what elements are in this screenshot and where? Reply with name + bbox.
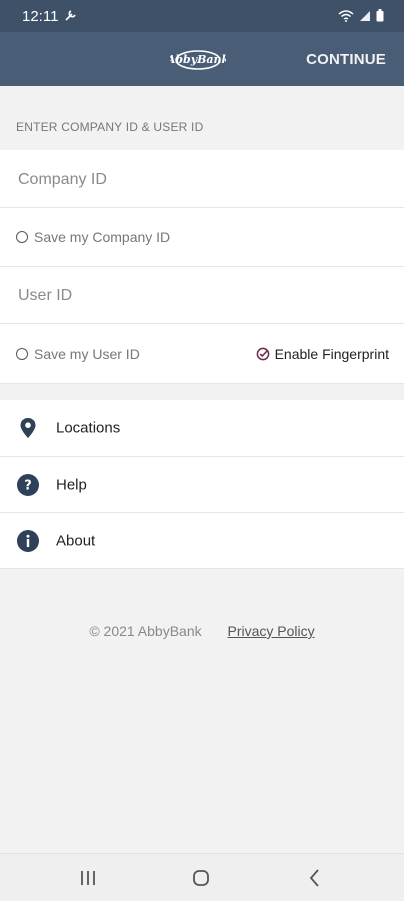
menu-item-help[interactable]: ? Help <box>0 457 404 513</box>
continue-button[interactable]: CONTINUE <box>306 51 386 68</box>
login-section-header: ENTER COMPANY ID & USER ID <box>16 120 204 134</box>
back-icon[interactable] <box>303 866 327 890</box>
menu-item-label: Help <box>56 476 87 493</box>
company-id-input[interactable] <box>16 150 390 209</box>
battery-icon <box>376 9 384 22</box>
location-pin-icon <box>20 418 36 438</box>
home-icon[interactable] <box>189 866 213 890</box>
radio-icon[interactable] <box>16 231 28 243</box>
menu-item-label: About <box>56 532 96 549</box>
company-id-row <box>0 150 404 209</box>
footer: © 2021 AbbyBank Privacy Policy <box>0 623 404 639</box>
menu-item-locations[interactable]: Locations <box>0 400 404 457</box>
status-bar: 12:11 <box>0 0 404 32</box>
check-circle-icon <box>256 347 269 360</box>
abbybank-logo: AbbyBank <box>170 50 226 70</box>
signal-icon <box>360 10 370 21</box>
wifi-icon <box>338 9 354 22</box>
enable-fingerprint-toggle[interactable]: Enable Fingerprint <box>256 346 389 362</box>
copyright-text: © 2021 AbbyBank <box>89 623 202 639</box>
menu-item-label: Locations <box>56 419 121 437</box>
tool-icon <box>64 8 78 26</box>
status-time: 12:11 <box>22 8 59 25</box>
menu-item-about[interactable]: About <box>0 513 404 569</box>
user-id-row <box>0 267 404 325</box>
privacy-policy-link[interactable]: Privacy Policy <box>228 623 315 639</box>
svg-text:?: ? <box>24 478 32 493</box>
save-company-id-toggle[interactable]: Save my Company ID <box>0 208 404 267</box>
save-user-id-label[interactable]: Save my User ID <box>34 346 140 362</box>
help-icon: ? <box>17 473 39 496</box>
svg-text:AbbyBank: AbbyBank <box>170 53 226 66</box>
save-company-id-label: Save my Company ID <box>34 229 171 245</box>
enable-fingerprint-label: Enable Fingerprint <box>274 345 389 362</box>
app-bar: AbbyBank CONTINUE <box>0 32 404 86</box>
recent-apps-icon[interactable] <box>76 866 100 890</box>
radio-icon[interactable] <box>16 347 28 360</box>
user-id-input[interactable] <box>16 267 390 325</box>
info-icon <box>17 529 39 552</box>
system-nav-bar <box>0 853 404 901</box>
save-user-id-row: Save my User ID Enable Fingerprint <box>0 324 404 384</box>
